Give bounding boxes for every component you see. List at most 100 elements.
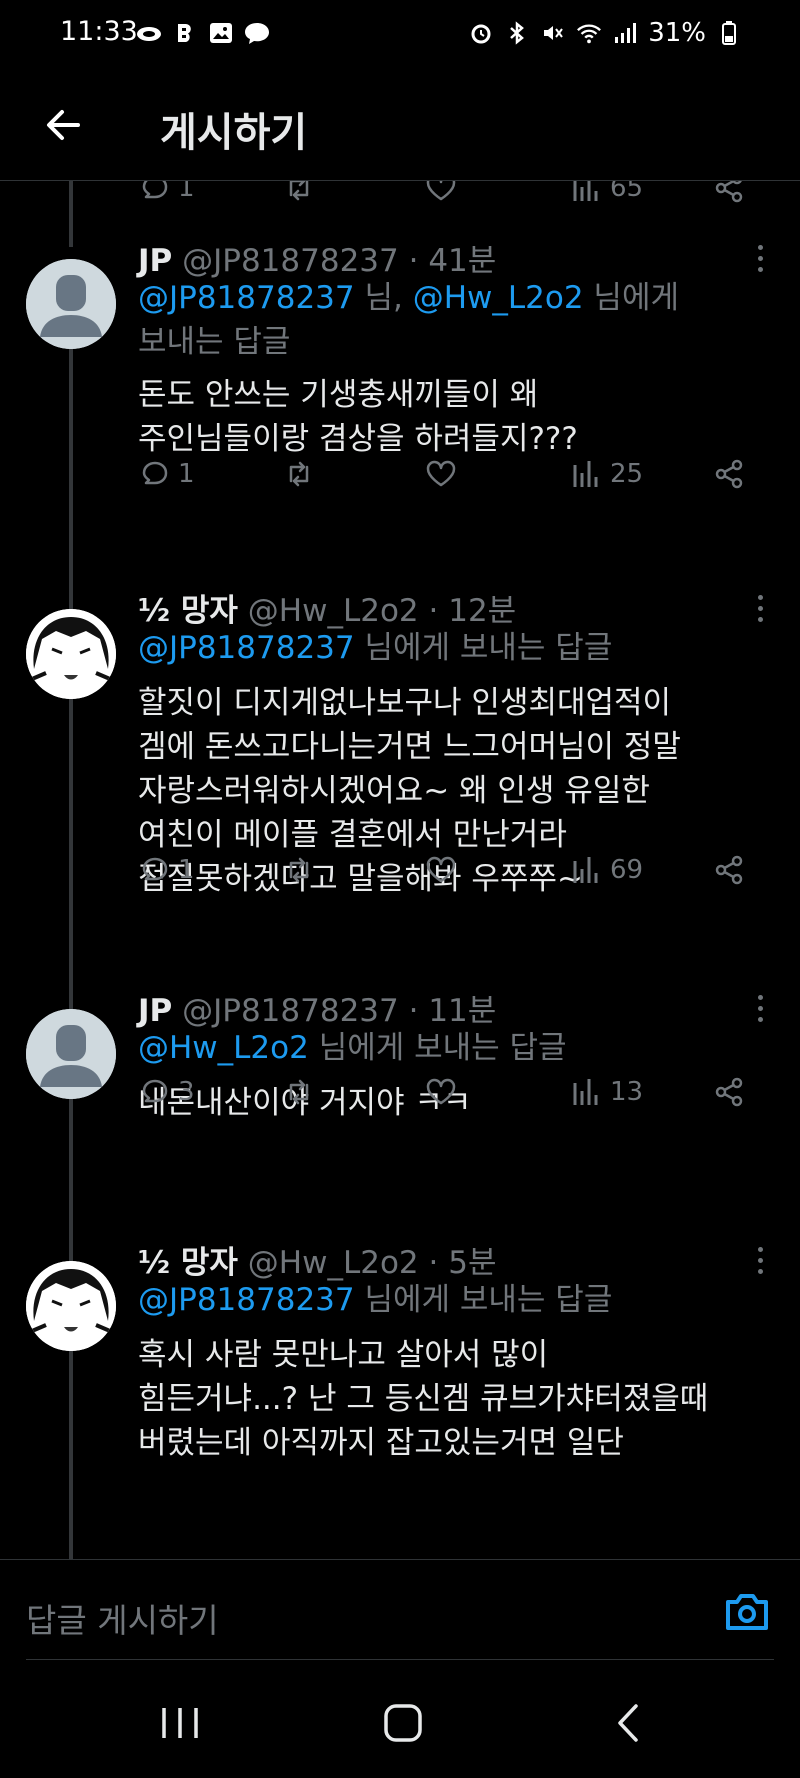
mention-link[interactable]: @JP81878237	[138, 280, 355, 316]
share-button[interactable]	[712, 457, 746, 491]
display-name[interactable]: JP	[138, 993, 172, 1029]
reply-button[interactable]: 3	[138, 1075, 195, 1109]
avatar[interactable]	[26, 259, 116, 349]
reply-icon	[142, 857, 168, 881]
more-options-icon[interactable]	[756, 1247, 764, 1279]
heart-icon	[426, 1078, 456, 1105]
mention-link[interactable]: @JP81878237	[138, 630, 355, 666]
heart-icon	[426, 856, 456, 883]
top-bar: 게시하기	[0, 72, 800, 181]
back-arrow-icon[interactable]	[40, 102, 86, 148]
tweet-header: ½ 망자 @Hw_L2o2 · 12분	[138, 585, 516, 630]
handle[interactable]: @Hw_L2o2	[248, 1245, 419, 1281]
views-button[interactable]: 65	[570, 181, 643, 205]
share-button[interactable]	[712, 181, 746, 205]
retweet-button[interactable]	[282, 457, 316, 491]
heart-icon	[426, 181, 456, 201]
gallery-icon	[208, 20, 234, 46]
retweet-button[interactable]	[282, 1075, 316, 1109]
thread-connector	[69, 1401, 73, 1559]
reply-button[interactable]: 1	[138, 853, 195, 887]
tweet-header: ½ 망자 @Hw_L2o2 · 5분	[138, 1237, 496, 1282]
timestamp: 11분	[428, 993, 497, 1029]
tweet-actions: 1 65	[138, 181, 758, 211]
reply-composer[interactable]: 답글 게시하기	[0, 1559, 800, 1661]
reply-button[interactable]: 1	[138, 457, 195, 491]
display-name[interactable]: JP	[138, 243, 172, 279]
handle[interactable]: @JP81878237	[182, 243, 399, 279]
display-name[interactable]: ½ 망자	[138, 1245, 238, 1281]
tweet-text: 혹시 사람 못만나고 살아서 많이 힘든거냐...? 난 그 등신겜 큐브가챠터…	[138, 1337, 709, 1461]
views-button[interactable]: 25	[570, 457, 643, 491]
reply-input[interactable]: 답글 게시하기	[26, 1594, 219, 1642]
mention-link[interactable]: @Hw_L2o2	[413, 280, 584, 316]
avatar[interactable]	[26, 1009, 116, 1099]
signal-icon	[612, 20, 638, 46]
reply-icon	[142, 461, 168, 485]
retweet-icon	[289, 181, 309, 201]
retweet-icon	[289, 461, 309, 487]
retweet-button[interactable]	[282, 181, 316, 205]
b-icon	[172, 20, 198, 46]
timestamp: 12분	[448, 593, 517, 629]
share-icon	[715, 855, 743, 885]
retweet-icon	[289, 1079, 309, 1105]
tweet-text: 돈도 안쓰는 기생충새끼들이 왜 주인님들이랑 겸상을 하려들지???	[138, 377, 578, 457]
avatar[interactable]	[26, 1261, 116, 1351]
anime-avatar-icon	[26, 609, 116, 699]
alarm-icon	[468, 20, 494, 46]
share-button[interactable]	[712, 1075, 746, 1109]
more-options-icon[interactable]	[756, 995, 764, 1027]
camera-icon[interactable]	[724, 1592, 770, 1632]
like-button[interactable]	[424, 181, 458, 205]
reply-context-line2: 보내는 답글	[138, 324, 291, 360]
back-icon[interactable]	[600, 1700, 660, 1746]
system-nav-bar	[0, 1660, 800, 1778]
status-time: 11:33	[60, 16, 138, 47]
dot-separator: ·	[418, 593, 449, 629]
system-icons: 31%	[468, 18, 742, 48]
reply-context: @Hw_L2o2 님에게 보내는 답글	[138, 1030, 567, 1066]
like-button[interactable]	[424, 457, 458, 491]
reply-context: @JP81878237 님에게 보내는 답글	[138, 1282, 613, 1318]
handle[interactable]: @Hw_L2o2	[248, 593, 419, 629]
recent-apps-icon[interactable]	[150, 1700, 210, 1746]
retweet-button[interactable]	[282, 853, 316, 887]
avatar[interactable]	[26, 609, 116, 699]
tweet-actions: 1 69	[138, 853, 758, 893]
dot-separator: ·	[418, 1245, 449, 1281]
bubble-icon	[244, 20, 270, 46]
mention-link[interactable]: @Hw_L2o2	[138, 1030, 309, 1066]
like-button[interactable]	[424, 853, 458, 887]
reply-icon	[142, 181, 168, 199]
more-options-icon[interactable]	[756, 595, 764, 627]
anime-avatar-icon	[26, 1261, 116, 1351]
mute-icon	[540, 20, 566, 46]
reply-button[interactable]: 1	[138, 181, 195, 205]
share-icon	[715, 1077, 743, 1107]
views-icon	[573, 461, 598, 487]
heart-icon	[426, 460, 456, 487]
timestamp: 5분	[448, 1245, 497, 1281]
reply-thread[interactable]: 1 65 JP @JP81878237 · 41분 @JP81878237 님,…	[0, 181, 800, 1559]
battery-icon	[716, 20, 742, 46]
retweet-icon	[289, 857, 309, 883]
wifi-icon	[576, 20, 602, 46]
dot-separator: ·	[398, 993, 429, 1029]
share-icon	[715, 181, 743, 203]
views-button[interactable]: 13	[570, 1075, 643, 1109]
views-icon	[573, 857, 598, 883]
cloud-icon	[136, 20, 162, 46]
handle[interactable]: @JP81878237	[182, 993, 399, 1029]
bluetooth-icon	[504, 20, 530, 46]
display-name[interactable]: ½ 망자	[138, 593, 238, 629]
like-button[interactable]	[424, 1075, 458, 1109]
more-options-icon[interactable]	[756, 245, 764, 277]
mention-link[interactable]: @JP81878237	[138, 1282, 355, 1318]
home-icon[interactable]	[374, 1700, 434, 1746]
reply-context: @JP81878237 님, @Hw_L2o2 님에게	[138, 280, 679, 316]
share-button[interactable]	[712, 853, 746, 887]
views-button[interactable]: 69	[570, 853, 643, 887]
status-bar: 11:33 31%	[0, 0, 800, 72]
views-icon	[573, 1079, 598, 1105]
